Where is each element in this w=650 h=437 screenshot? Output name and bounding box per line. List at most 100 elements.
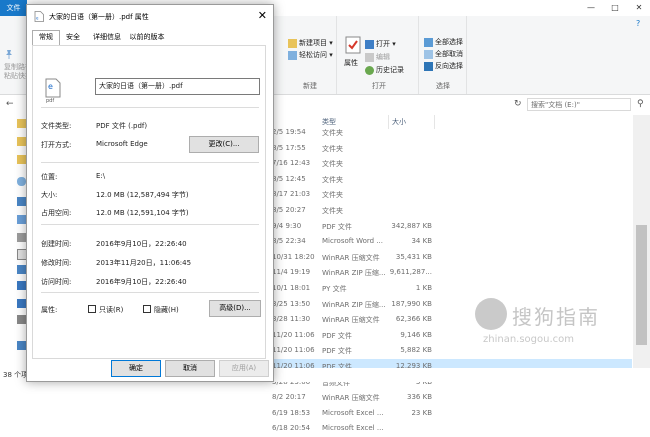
history-icon — [365, 65, 374, 75]
table-row[interactable]: 8/5 12:45 文件夹 — [272, 172, 632, 188]
readonly-checkbox[interactable] — [88, 305, 96, 313]
table-row[interactable]: 8/5 22:34 Microsoft Word ... 34 KB — [272, 234, 632, 250]
pin-icon[interactable] — [4, 49, 14, 61]
row-date: 8/2 20:17 — [272, 393, 306, 402]
table-row[interactable]: 7/16 12:43 文件夹 — [272, 156, 632, 172]
maximize-icon[interactable]: □ — [604, 0, 626, 16]
row-type: PDF 文件 — [322, 331, 352, 340]
row-type: 文件夹 — [322, 144, 343, 153]
easy-access-label: 轻松访问 — [299, 51, 327, 59]
open-button[interactable]: 打开 ▾ — [365, 39, 396, 49]
folder-icon[interactable] — [17, 155, 26, 164]
table-row[interactable]: 6/19 18:53 Microsoft Excel ... 23 KB — [272, 406, 632, 422]
row-date: 8/5 17:55 — [272, 143, 306, 152]
select-all-icon — [424, 37, 433, 47]
back-arrow-icon[interactable]: ← — [6, 99, 14, 109]
help-icon[interactable]: ? — [636, 19, 640, 28]
ok-button[interactable]: 确定 — [111, 360, 161, 377]
open-with-value: Microsoft Edge — [96, 140, 148, 148]
folder-icon[interactable] — [17, 137, 26, 146]
folder-icon[interactable] — [17, 119, 26, 128]
close-icon[interactable]: ✕ — [258, 9, 267, 22]
table-row[interactable]: 6/18 20:54 Microsoft Excel ... — [272, 421, 632, 437]
row-date: 6/19 18:53 — [272, 408, 311, 417]
row-type: Microsoft Word ... — [322, 237, 383, 246]
tab-security[interactable]: 安全 — [60, 31, 86, 44]
row-date: 3/28 11:30 — [272, 315, 311, 324]
hidden-checkbox[interactable] — [143, 305, 151, 313]
dialog-title-bar[interactable]: e 大家的日语（第一册）.pdf 属性 ✕ — [27, 5, 273, 27]
hidden-label: 隐藏(H) — [154, 306, 179, 314]
desktop-icon[interactable] — [17, 299, 26, 308]
this-pc-icon[interactable] — [17, 197, 26, 206]
row-type: PDF 文件 — [322, 347, 352, 356]
close-icon[interactable]: ✕ — [628, 0, 650, 16]
table-row[interactable]: 10/1 18:01 PY 文件 1 KB — [272, 281, 632, 297]
readonly-label: 只读(R) — [99, 306, 124, 314]
row-type: WinRAR ZIP 压缩... — [322, 269, 386, 278]
row-date: 6/18 20:54 — [272, 424, 311, 433]
downloads-icon[interactable] — [17, 265, 26, 274]
filename-input[interactable]: 大家的日语（第一册）.pdf — [95, 78, 260, 95]
edit-button[interactable]: 编辑 — [365, 52, 390, 62]
select-all-button[interactable]: 全部选择 — [424, 37, 463, 47]
location-label: 位置: — [41, 173, 58, 181]
table-row[interactable]: 9/4 9:30 PDF 文件 342,887 KB — [272, 219, 632, 235]
file-tab[interactable]: 文件 — [0, 0, 27, 16]
table-row[interactable]: 2/5 19:54 文件夹 — [272, 125, 632, 141]
tab-previous-versions[interactable]: 以前的版本 — [126, 31, 168, 44]
cancel-button[interactable]: 取消 — [165, 360, 215, 377]
drive-icon[interactable] — [17, 315, 26, 324]
open-with-label: 打开方式: — [41, 141, 72, 149]
row-type: 文件夹 — [322, 160, 343, 169]
watermark-url: zhinan.sogou.com — [483, 334, 575, 345]
row-date: 7/16 12:43 — [272, 159, 311, 168]
created-value: 2016年9月10日，22:26:40 — [96, 240, 187, 248]
easy-access-button[interactable]: 轻松访问 ▾ — [288, 50, 333, 60]
table-row[interactable]: 8/5 17:55 文件夹 — [272, 141, 632, 157]
table-row[interactable]: 11/4 19:19 WinRAR ZIP 压缩... 9,611,287... — [272, 265, 632, 281]
open-label: 打开 — [376, 40, 390, 48]
row-size: 23 KB — [411, 408, 432, 417]
table-row[interactable]: 10/31 18:20 WinRAR 压缩文件 35,431 KB — [272, 250, 632, 266]
refresh-icon[interactable]: ↻ — [514, 99, 522, 109]
search-input[interactable]: 搜索"文档 (E:)" — [527, 98, 631, 111]
vertical-scrollbar[interactable] — [633, 115, 650, 368]
ribbon-group-new-label: 新建 — [303, 82, 317, 90]
row-type: WinRAR 压缩文件 — [322, 394, 380, 403]
ribbon-group-select: 全部选择 全部取消 反向选择 选择 — [420, 16, 467, 94]
minimize-icon[interactable]: — — [580, 0, 602, 16]
table-row[interactable]: 8/2 20:17 WinRAR 压缩文件 336 KB — [272, 390, 632, 406]
tab-general[interactable]: 常规 — [32, 30, 60, 46]
row-type: 文件夹 — [322, 129, 343, 137]
apply-button[interactable]: 应用(A) — [219, 360, 269, 377]
history-button[interactable]: 历史记录 — [365, 65, 404, 75]
change-button[interactable]: 更改(C)... — [189, 136, 259, 153]
properties-button[interactable] — [345, 36, 361, 56]
scrollbar-thumb[interactable] — [636, 225, 647, 345]
row-type: 文件夹 — [322, 191, 343, 200]
select-none-button[interactable]: 全部取消 — [424, 49, 463, 59]
table-row[interactable]: 8/5 20:27 文件夹 — [272, 203, 632, 219]
tab-details[interactable]: 详细信息 — [90, 31, 124, 44]
network-icon[interactable] — [17, 341, 26, 350]
row-date: 8/17 21:03 — [272, 190, 311, 199]
size-value: 12.0 MB (12,587,494 字节) — [96, 191, 189, 199]
row-size: 187,990 KB — [391, 299, 432, 308]
open-icon — [365, 39, 374, 49]
row-type: PY 文件 — [322, 285, 347, 293]
table-row[interactable]: 11/20 11:06 PDF 文件 9,146 KB — [272, 328, 632, 344]
invert-selection-button[interactable]: 反向选择 — [424, 61, 463, 71]
music-icon[interactable] — [17, 281, 26, 290]
search-icon[interactable]: ⚲ — [637, 99, 644, 109]
table-row[interactable]: 11/20 11:06 PDF 文件 5,882 KB — [272, 343, 632, 359]
videos-icon[interactable] — [17, 215, 26, 224]
file-icon-label: pdf — [46, 98, 55, 104]
pictures-icon[interactable] — [17, 233, 26, 242]
row-type: WinRAR 压缩文件 — [322, 253, 380, 262]
onedrive-icon[interactable] — [17, 177, 26, 186]
advanced-button[interactable]: 高级(D)... — [209, 300, 261, 317]
table-row[interactable]: 8/17 21:03 文件夹 — [272, 187, 632, 203]
new-item-button[interactable]: 新建项目 ▾ — [288, 38, 333, 48]
row-date: 3/25 13:50 — [272, 299, 311, 308]
